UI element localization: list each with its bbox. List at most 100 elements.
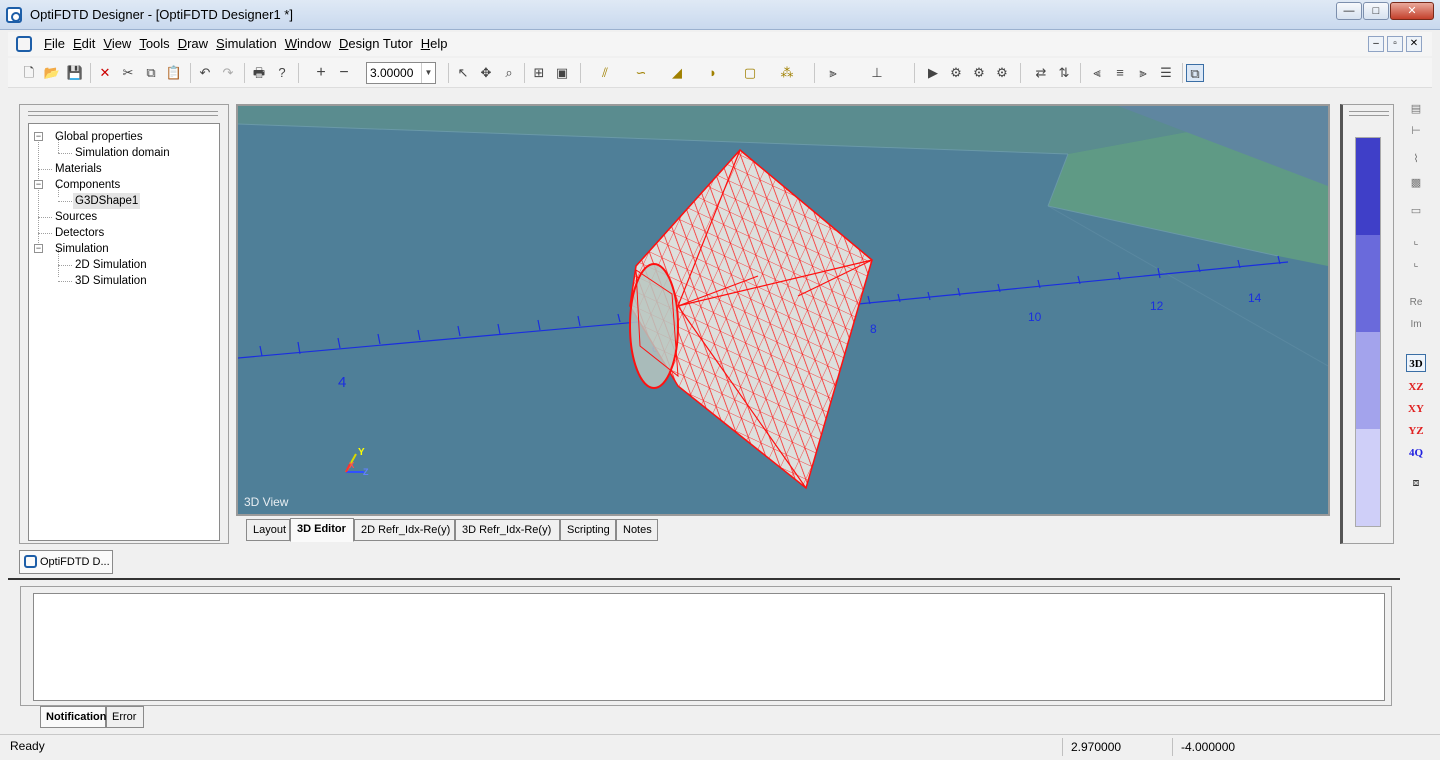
help-pointer-icon[interactable]: ? <box>273 64 291 82</box>
tree-2d-simulation[interactable]: 2D Simulation <box>75 257 147 273</box>
view-3d-button[interactable]: 3D <box>1406 354 1426 372</box>
view-frame: 4 6 8 10 12 14 Y X Z 3D View <box>236 104 1330 516</box>
3d-viewport[interactable]: 4 6 8 10 12 14 Y X Z 3D View <box>238 106 1328 514</box>
view-xy-button[interactable]: XY <box>1406 400 1426 418</box>
tab-scripting[interactable]: Scripting <box>560 519 616 541</box>
panel-grip[interactable] <box>28 111 218 116</box>
undo-icon[interactable]: ↶ <box>196 64 214 82</box>
detector-icon[interactable]: ⊥ <box>868 64 886 82</box>
taper-icon[interactable]: ◢ <box>668 64 686 82</box>
pan-icon[interactable]: ✥ <box>477 64 495 82</box>
menu-tools[interactable]: Tools <box>139 36 169 51</box>
properties-icon[interactable]: ▤ <box>1406 100 1426 118</box>
collapse-icon[interactable]: − <box>34 132 43 141</box>
tab-notification[interactable]: Notification <box>40 706 107 728</box>
profile-icon[interactable]: ⌇ <box>1406 150 1426 168</box>
axis-icon[interactable]: ⊢ <box>1406 122 1426 140</box>
align-center-icon[interactable]: ≡ <box>1111 64 1129 82</box>
mdi-minimize-button[interactable]: – <box>1368 36 1384 52</box>
cut-icon[interactable]: ✂ <box>119 64 137 82</box>
collapse-icon[interactable]: − <box>34 180 43 189</box>
linear-waveguide-icon[interactable]: ⫽ <box>596 64 614 82</box>
app-icon[interactable] <box>6 7 22 23</box>
arc-icon[interactable]: ◗ <box>704 64 722 82</box>
tree-g3dshape1[interactable]: G3DShape1 <box>73 193 141 209</box>
tree-global-properties[interactable]: Global properties <box>55 129 143 145</box>
tree-simulation[interactable]: Simulation <box>55 241 109 257</box>
menu-window[interactable]: Window <box>285 36 331 51</box>
menu-file[interactable]: File <box>44 36 65 51</box>
document-tab[interactable]: OptiFDTD D... <box>19 550 113 574</box>
paste-icon[interactable]: 📋 <box>165 64 183 82</box>
layout-mode-icon[interactable]: ⧉ <box>1186 64 1204 82</box>
zoom-out-icon[interactable]: − <box>335 64 353 82</box>
plot2-icon[interactable]: ⌞ <box>1406 254 1426 272</box>
copy-icon[interactable]: ⧉ <box>142 64 160 82</box>
imag-part-toggle[interactable]: Im <box>1406 316 1426 334</box>
lattice-icon[interactable]: ⁂ <box>778 64 796 82</box>
tree-materials[interactable]: Materials <box>55 161 102 177</box>
delete-icon[interactable]: ✕ <box>96 64 114 82</box>
s-bend-icon[interactable]: ∽ <box>632 64 650 82</box>
document-icon[interactable] <box>16 36 32 52</box>
run-3d-icon[interactable]: ⚙ <box>970 64 988 82</box>
view-4q-button[interactable]: 4Q <box>1406 444 1426 462</box>
cube-icon[interactable]: ⧈ <box>1406 474 1426 492</box>
menu-simulation[interactable]: Simulation <box>216 36 277 51</box>
mdi-restore-button[interactable]: ▫ <box>1387 36 1403 52</box>
view-yz-button[interactable]: YZ <box>1406 422 1426 440</box>
monitor-icon[interactable]: ▭ <box>1406 202 1426 220</box>
maximize-button[interactable]: □ <box>1363 2 1389 20</box>
viewport-label: 3D View <box>244 495 289 509</box>
minimize-button[interactable]: — <box>1336 2 1362 20</box>
tab-notes[interactable]: Notes <box>616 519 658 541</box>
tab-3d-refr-idx[interactable]: 3D Refr_Idx-Re(y) <box>455 519 560 541</box>
save-icon[interactable]: 💾 <box>66 64 84 82</box>
tab-error[interactable]: Error <box>106 706 144 728</box>
mdi-close-button[interactable]: ✕ <box>1406 36 1422 52</box>
tree-components[interactable]: Components <box>55 177 120 193</box>
menu-help[interactable]: Help <box>421 36 448 51</box>
tab-2d-refr-idx[interactable]: 2D Refr_Idx-Re(y) <box>354 519 455 541</box>
camera-icon[interactable]: ▣ <box>553 64 571 82</box>
collapse-icon[interactable]: − <box>34 244 43 253</box>
grid-icon[interactable]: ⊞ <box>530 64 548 82</box>
chevron-down-icon[interactable]: ▼ <box>421 63 435 83</box>
real-part-toggle[interactable]: Re <box>1406 294 1426 312</box>
plot-icon[interactable]: ⌞ <box>1406 232 1426 250</box>
distribute-icon[interactable]: ☰ <box>1157 64 1175 82</box>
field-icon[interactable]: ▩ <box>1406 174 1426 192</box>
panel-grip[interactable] <box>1349 111 1389 116</box>
menu-edit[interactable]: Edit <box>73 36 95 51</box>
flip-vertical-icon[interactable]: ⇅ <box>1055 64 1073 82</box>
align-right-icon[interactable]: ⫸ <box>1134 64 1152 82</box>
flip-horizontal-icon[interactable]: ⇄ <box>1032 64 1050 82</box>
tree-simulation-domain[interactable]: Simulation domain <box>75 145 170 161</box>
tree-sources[interactable]: Sources <box>55 209 97 225</box>
menu-draw[interactable]: Draw <box>178 36 208 51</box>
menu-design-tutor[interactable]: Design Tutor <box>339 36 413 51</box>
zoom-combo[interactable]: 3.00000 ▼ <box>366 62 436 84</box>
select-arrow-icon[interactable]: ↖ <box>454 64 472 82</box>
zoom-in-icon[interactable]: + <box>312 64 330 82</box>
tree-detectors[interactable]: Detectors <box>55 225 104 241</box>
run-batch-icon[interactable]: ⚙ <box>993 64 1011 82</box>
splitter[interactable] <box>8 578 1400 580</box>
tree-3d-simulation[interactable]: 3D Simulation <box>75 273 147 289</box>
open-folder-icon[interactable]: 📂 <box>43 64 61 82</box>
box-icon[interactable]: ▢ <box>741 64 759 82</box>
view-xz-button[interactable]: XZ <box>1406 378 1426 396</box>
zoom-icon[interactable]: ⌕ <box>500 64 518 82</box>
run-icon[interactable]: ▶ <box>924 64 942 82</box>
menu-view[interactable]: View <box>103 36 131 51</box>
tab-layout[interactable]: Layout <box>246 519 290 541</box>
notification-log[interactable] <box>33 593 1385 701</box>
redo-icon[interactable]: ↷ <box>219 64 237 82</box>
tab-3d-editor[interactable]: 3D Editor <box>290 518 354 542</box>
close-button[interactable]: ✕ <box>1390 2 1434 20</box>
run-2d-icon[interactable]: ⚙ <box>947 64 965 82</box>
source-icon[interactable]: ⫸ <box>824 64 842 82</box>
print-icon[interactable]: 🖶 <box>250 64 268 82</box>
new-file-icon[interactable]: 🗋 <box>20 64 38 82</box>
align-left-icon[interactable]: ⫷ <box>1088 64 1106 82</box>
